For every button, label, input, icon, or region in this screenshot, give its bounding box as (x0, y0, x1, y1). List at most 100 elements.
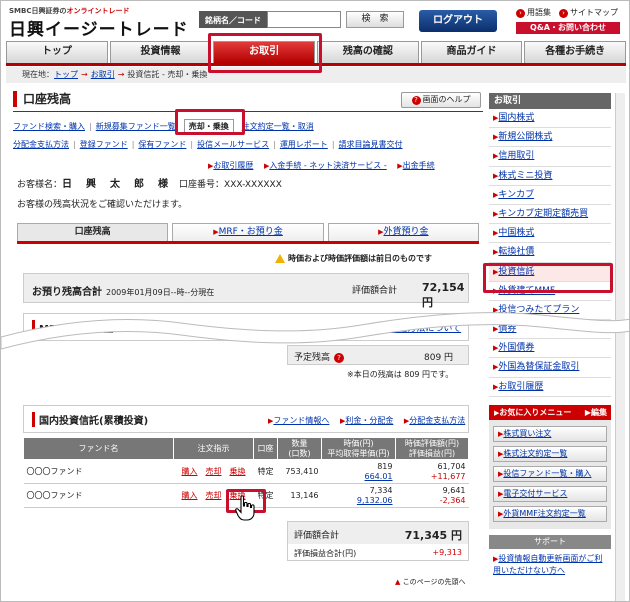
fav-item[interactable]: ▶外貨MMF注文約定一覧 (493, 505, 607, 522)
scrollbar[interactable] (615, 93, 625, 601)
hand-cursor-icon (235, 495, 255, 521)
help-icon: ? (411, 96, 421, 105)
favorites-edit[interactable]: ▶編集 (585, 405, 607, 420)
fav-item[interactable]: ▶株式注文約定一覧 (493, 445, 607, 462)
sidebar-item[interactable]: ▶株式ミニ投資 (489, 166, 611, 186)
sublink-orders[interactable]: 注文約定一覧・取消 (242, 122, 314, 131)
price-notice: 時価および時価評価額は前日のものです (275, 253, 432, 264)
fav-item[interactable]: ▶電子交付サービス (493, 485, 607, 502)
breadcrumb-trade[interactable]: お取引 (91, 70, 115, 79)
sublink-held[interactable]: 保有ファンド (138, 140, 186, 149)
link-deposit[interactable]: 入金手続 - ネット決済サービス - (269, 161, 386, 170)
sidebar-item[interactable]: ▶キンカブ定期定額売買 (489, 204, 611, 225)
buy-link[interactable]: 購入 (182, 491, 198, 500)
sidebar-item[interactable]: ▶債券 (489, 320, 611, 340)
favorites-list: ▶株式買い注文 ▶株式注文約定一覧 ▶投信ファンド一覧・購入 ▶電子交付サービス… (489, 419, 611, 529)
page-title: 口座残高 (13, 91, 71, 107)
nav-tab-info[interactable]: 投資情報 (109, 41, 212, 63)
search-bar: 銘柄名／コード 検 索 (199, 11, 404, 28)
breadcrumb: 現在地：トップ → お取引 → 投資信託 - 売却・乗換 (6, 67, 626, 83)
fav-item[interactable]: ▶株式買い注文 (493, 425, 607, 442)
browser-frame: SMBC日興証券のオンライントレード 日興イージートレード 銘柄名／コード 検 … (0, 0, 630, 602)
nav-tab-guide[interactable]: 商品ガイド (420, 41, 523, 63)
sidebar-item[interactable]: ▶転換社債 (489, 243, 611, 263)
nav-tab-balance[interactable]: 残高の確認 (317, 41, 419, 63)
logout-button[interactable]: ログアウト (419, 10, 497, 32)
support-header: サポート (489, 534, 611, 549)
tab-foreign[interactable]: ▶外貨預り金 (327, 223, 479, 241)
circle-arrow-icon: › (559, 9, 568, 18)
link-withdraw[interactable]: 出金手続 (403, 161, 435, 170)
sidebar-item[interactable]: ▶投信つみたてプラン (489, 300, 611, 321)
table-row: 〇〇〇ファンド 購入 売却 乗換 特定 753,410 819 664.01 61… (23, 459, 469, 484)
sidebar: お取引 ▶国内株式 ▶新規公開株式 ▶信用取引 ▶株式ミニ投資 ▶キンカブ ▶キ… (489, 93, 611, 601)
nav-tab-trade[interactable]: お取引 (213, 41, 316, 63)
search-label: 銘柄名／コード (199, 11, 267, 28)
sublink-mail[interactable]: 投信メールサービス (197, 140, 269, 149)
sidebar-item-investment-trust[interactable]: ▶投資信託 (489, 262, 611, 282)
global-nav: トップ 投資情報 お取引 残高の確認 商品ガイド 各種お手続き (6, 41, 627, 63)
sidebar-item[interactable]: ▶外貨建てMMF (489, 281, 611, 301)
total-balance: お預り残高合計 2009年01月09日--時--分現在 評価額合計 72,154 … (23, 273, 469, 309)
sublink-dividend[interactable]: 分配金支払方法 (13, 140, 69, 149)
circle-arrow-icon: › (516, 9, 525, 18)
scheduled-balance: 予定残高? 809 円 (287, 345, 469, 365)
customer-info: お客様名：日 興 太 郎 様 口座番号：XXX-XXXXXX (17, 179, 282, 190)
sidebar-item[interactable]: ▶外国為替保証金取引 (489, 358, 611, 378)
evaluation-summary: 評価額合計 71,345 円 評価損益合計(円) +9,313 (287, 521, 469, 561)
brand-logo[interactable]: 日興イージートレード (9, 15, 189, 40)
tabs-underline (17, 241, 479, 244)
search-input[interactable] (267, 11, 341, 28)
support-item[interactable]: ▶投資情報自動更新画面がご利用いただけない方へ (489, 549, 611, 580)
sell-link[interactable]: 売却 (206, 491, 222, 500)
domestic-fund-section: 国内投資信託(累積投資) ▶ファンド情報へ ▶利金・分配金 ▶分配金支払方法 (23, 405, 469, 433)
favorites-header: ▶お気に入りメニュー ▶編集 (489, 404, 611, 420)
sidebar-item[interactable]: ▶信用取引 (489, 147, 611, 167)
link-dividend-method[interactable]: 分配金支払方法 (409, 416, 465, 425)
sublink-sell-switch[interactable]: 売却・乗換 (183, 119, 234, 134)
sidebar-item[interactable]: ▶外国債券 (489, 339, 611, 359)
help-button[interactable]: ? 画面のヘルプ (401, 92, 481, 108)
help-icon[interactable]: ? (334, 353, 345, 363)
total-value: 72,154 円 (422, 281, 465, 309)
sidebar-item[interactable]: ▶お取引履歴 (489, 377, 611, 397)
avg-price-link[interactable]: 9,132.06 (325, 496, 393, 506)
sidebar-item[interactable]: ▶キンカブ (489, 185, 611, 205)
sublink-report[interactable]: 運用レポート (280, 140, 328, 149)
trade-sublinks-2: 分配金支払方法 | 登録ファンド | 保有ファンド | 投信メールサービス | 運用レポート | 請… (13, 140, 403, 149)
sublink-prospectus[interactable]: 請求目論見書交付 (339, 140, 403, 149)
avg-price-link[interactable]: 664.01 (325, 472, 393, 482)
sidebar-item[interactable]: ▶新規公開株式 (489, 128, 611, 148)
balance-message: お客様の残高状況をご確認いただけます。 (17, 200, 188, 210)
glossary-link[interactable]: › 用語集 (516, 7, 551, 18)
breadcrumb-current: 投資信託 - 売却・乗換 (127, 70, 208, 79)
page-top-link[interactable]: ▲ このページの先頭へ (395, 577, 466, 587)
link-dividends[interactable]: 利金・分配金 (345, 416, 393, 425)
tab-mrf[interactable]: ▶MRF・お預り金 (172, 223, 324, 241)
sidebar-item[interactable]: ▶中国株式 (489, 224, 611, 244)
nav-tab-top[interactable]: トップ (6, 41, 108, 63)
qa-contact-button[interactable]: Q&A・お問い合わせ (516, 22, 620, 34)
fav-item[interactable]: ▶投信ファンド一覧・購入 (493, 465, 607, 482)
table-header: ファンド名 注文指示 口座 数量 (口数) 時価(円) 平均取得単価(円) 時価… (23, 437, 469, 460)
today-balance-note: ※本日の残高は 809 円です。 (347, 370, 454, 379)
switch-link[interactable]: 乗換 (230, 467, 246, 476)
sidebar-item[interactable]: ▶国内株式 (489, 109, 611, 129)
tool-links: ▶お取引履歴 ▶入金手続 - ネット決済サービス - ▶出金手続 (208, 161, 435, 170)
main-content: 口座残高 ? 画面のヘルプ ファンド検索・購入 | 新規募集ファンド一覧 売却・乗換 注文… (13, 87, 483, 601)
sitemap-link[interactable]: › サイトマップ (559, 7, 618, 18)
sell-link[interactable]: 売却 (206, 467, 222, 476)
breadcrumb-top[interactable]: トップ (54, 70, 78, 79)
link-trade-history[interactable]: お取引履歴 (213, 161, 253, 170)
sublink-fund-search[interactable]: ファンド検索・購入 (13, 122, 85, 131)
sublink-new-funds[interactable]: 新規募集ファンド一覧 (96, 122, 176, 131)
link-fund-info[interactable]: ファンド情報へ (273, 416, 329, 425)
search-button[interactable]: 検 索 (346, 11, 404, 28)
link-deposit-method[interactable]: 入金方法について (389, 324, 461, 334)
buy-link[interactable]: 購入 (182, 467, 198, 476)
mrf-section: MRF・お預り金 ▶入金方法について (23, 313, 469, 341)
sublink-registered[interactable]: 登録ファンド (80, 140, 128, 149)
balance-tabs: 口座残高 ▶MRF・お預り金 ▶外貨預り金 (17, 223, 479, 241)
tab-account-balance[interactable]: 口座残高 (17, 223, 169, 241)
nav-tab-procedures[interactable]: 各種お手続き (524, 41, 627, 63)
